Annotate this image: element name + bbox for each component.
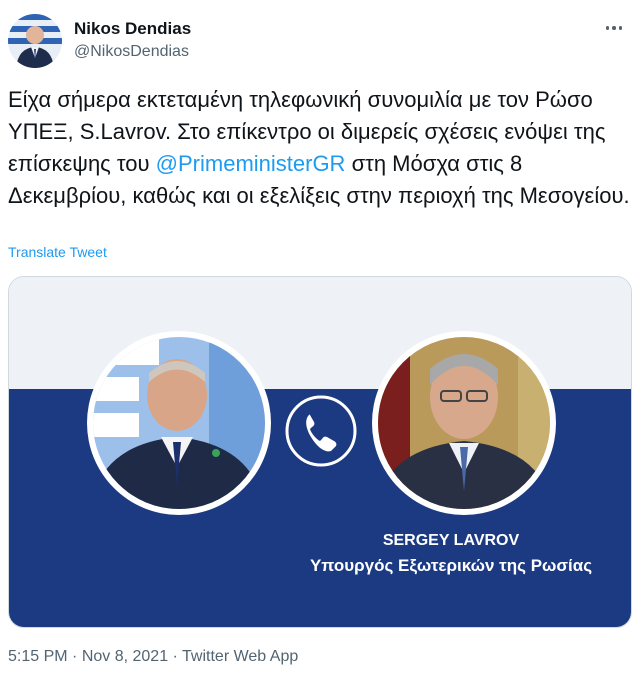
- tweet-header: Nikos Dendias @NikosDendias: [8, 10, 632, 70]
- tweet-text: Είχα σήμερα εκτεταμένη τηλεφωνική συνομι…: [8, 84, 632, 212]
- author-avatar[interactable]: [8, 14, 62, 68]
- translate-tweet-link[interactable]: Translate Tweet: [8, 244, 107, 260]
- tweet-source: Twitter Web App: [182, 648, 299, 665]
- author-display-name[interactable]: Nikos Dendias: [74, 18, 191, 40]
- mention-link[interactable]: @PrimeministerGR: [156, 151, 346, 176]
- tweet-date[interactable]: Nov 8, 2021: [82, 648, 168, 665]
- tweet-time[interactable]: 5:15 PM: [8, 648, 68, 665]
- media-caption-title: Υπουργός Εξωτερικών της Ρωσίας: [310, 556, 592, 575]
- separator: ·: [168, 648, 183, 665]
- media-caption-name: SERGEY LAVROV: [383, 532, 520, 549]
- tweet-metadata: 5:15 PM · Nov 8, 2021 · Twitter Web App: [8, 648, 298, 666]
- tweet-media-image[interactable]: SERGEY LAVROV Υπουργός Εξωτερικών της Ρω…: [8, 276, 632, 628]
- more-icon[interactable]: [600, 14, 628, 42]
- separator: ·: [67, 648, 82, 665]
- author-handle[interactable]: @NikosDendias: [74, 41, 191, 63]
